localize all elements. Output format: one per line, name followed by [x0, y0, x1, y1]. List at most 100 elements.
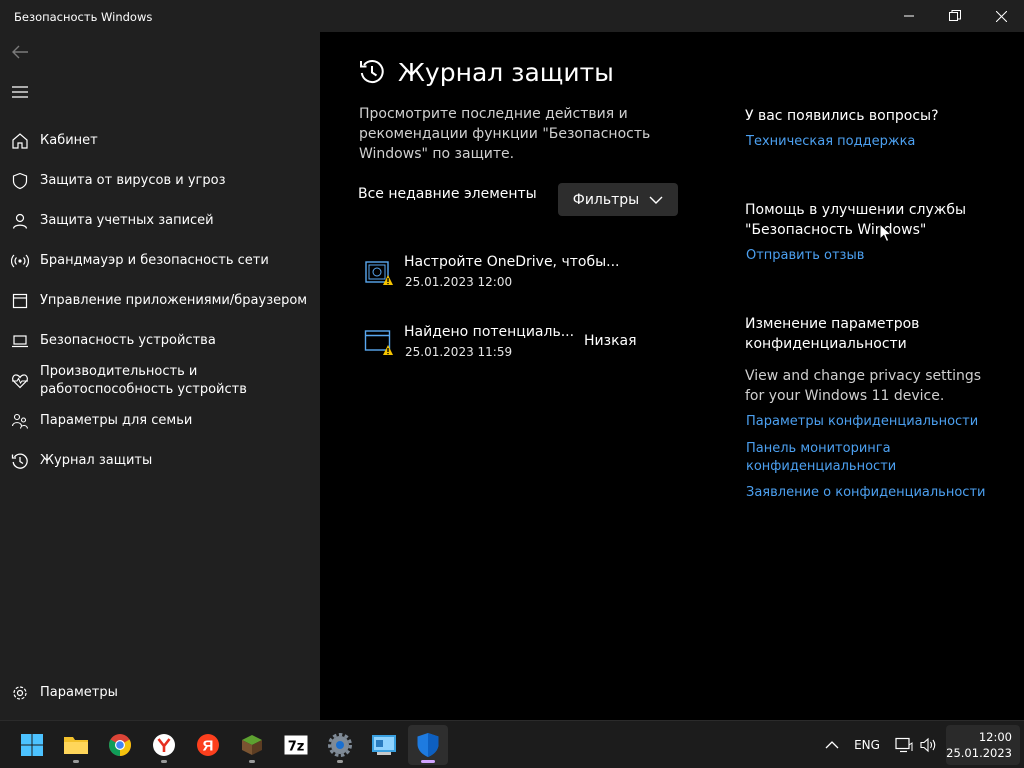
close-icon: [995, 10, 1007, 22]
clock-date: 25.01.2023: [946, 746, 1012, 760]
history-item-date: 25.01.2023 11:59: [405, 345, 513, 359]
sidebar-item-family-options[interactable]: Параметры для семьи: [0, 403, 320, 439]
history-item-onedrive[interactable]: Настройте OneDrive, чтобы... 25.01.2023 …: [364, 254, 684, 298]
privacy-statement-link[interactable]: Заявление о конфиденциальности: [746, 484, 1006, 502]
wifi-antenna-icon: [10, 251, 30, 271]
recent-items-label: Все недавние элементы: [358, 186, 537, 202]
sidebar-item-label: Защита учетных записей: [40, 213, 214, 228]
filters-label: Фильтры: [572, 191, 640, 208]
7zip-icon: 7z: [284, 735, 308, 755]
restore-button[interactable]: [932, 0, 978, 32]
back-button[interactable]: [10, 42, 30, 62]
sidebar-item-device-performance[interactable]: Производительность и работоспособность у…: [0, 363, 320, 399]
window-title: Безопасность Windows: [14, 10, 153, 24]
sidebar: Кабинет Защита от вирусов и угроз Защита…: [0, 32, 320, 720]
start-button[interactable]: [12, 725, 52, 765]
restore-icon: [949, 10, 961, 21]
chevron-down-icon: [649, 196, 663, 204]
network-monitor-icon: [895, 737, 913, 753]
hamburger-menu-button[interactable]: [10, 82, 30, 102]
onedrive-warning-icon: [365, 261, 393, 285]
sidebar-item-label: Производительность и работоспособность у…: [40, 364, 247, 397]
main-content: Журнал защиты Просмотрите последние дейс…: [320, 32, 1024, 720]
privacy-text: View and change privacy settings for you…: [745, 368, 982, 404]
svg-text:Я: Я: [203, 738, 214, 755]
network-button[interactable]: [894, 721, 914, 768]
taskbar: Я 7z ENG 12:00 25.01.2023: [0, 720, 1024, 768]
history-icon: [10, 451, 30, 471]
sidebar-item-device-security[interactable]: Безопасность устройства: [0, 323, 320, 359]
history-item-date: 25.01.2023 12:00: [405, 275, 513, 289]
improve-heading: Помощь в улучшении службы "Безопасность …: [745, 202, 967, 238]
sidebar-item-virus-protection[interactable]: Защита от вирусов и угроз: [0, 163, 320, 199]
close-button[interactable]: [978, 0, 1024, 32]
privacy-settings-link[interactable]: Параметры конфиденциальности: [746, 413, 1006, 431]
control-panel-icon: [372, 735, 396, 755]
person-icon: [10, 211, 30, 231]
speaker-icon: [920, 737, 936, 753]
minimize-button[interactable]: [886, 0, 932, 32]
hamburger-icon: [12, 86, 28, 98]
taskbar-file-explorer[interactable]: [56, 725, 96, 765]
privacy-heading: Изменение параметров конфиденциальности: [745, 316, 920, 352]
shield-icon: [10, 171, 30, 191]
taskbar-7zip[interactable]: 7z: [276, 725, 316, 765]
taskbar-yandex-browser[interactable]: [144, 725, 184, 765]
sidebar-item-label: Защита от вирусов и угроз: [40, 173, 226, 188]
taskbar-windows-security[interactable]: [408, 725, 448, 765]
clock-time: 12:00: [978, 730, 1012, 744]
sidebar-item-firewall[interactable]: Брандмауэр и безопасность сети: [0, 243, 320, 279]
sidebar-item-label: Журнал защиты: [40, 453, 153, 468]
feedback-link[interactable]: Отправить отзыв: [746, 247, 1006, 265]
sidebar-item-label: Кабинет: [40, 133, 98, 148]
taskbar-minecraft[interactable]: [232, 725, 272, 765]
tray-overflow-button[interactable]: [820, 721, 844, 768]
sidebar-item-settings[interactable]: Параметры: [0, 675, 320, 711]
clock-button[interactable]: 12:00 25.01.2023: [946, 725, 1020, 765]
volume-button[interactable]: [918, 721, 940, 768]
taskbar-settings[interactable]: [320, 725, 360, 765]
filters-button[interactable]: Фильтры: [558, 183, 678, 216]
minimize-icon: [904, 15, 914, 17]
laptop-icon: [10, 331, 30, 351]
language-indicator[interactable]: ENG: [850, 721, 884, 768]
home-icon: [10, 131, 30, 151]
yandex-icon: Я: [197, 734, 219, 756]
sidebar-item-account-protection[interactable]: Защита учетных записей: [0, 203, 320, 239]
history-item-title: Настройте OneDrive, чтобы...: [404, 254, 620, 270]
sidebar-item-label: Управление приложениями/браузером: [40, 293, 308, 308]
yandex-browser-icon: [153, 734, 175, 756]
history-icon: [360, 60, 384, 84]
history-item-title: Найдено потенциаль...: [404, 324, 575, 340]
sidebar-item-label: Безопасность устройства: [40, 333, 216, 348]
back-arrow-icon: [12, 45, 28, 59]
privacy-dashboard-link[interactable]: Панель мониторинга конфиденциальности: [746, 440, 916, 476]
taskbar-yandex[interactable]: Я: [188, 725, 228, 765]
chevron-up-icon: [825, 741, 839, 749]
windows-security-icon: [417, 733, 439, 757]
sidebar-item-label: Брандмауэр и безопасность сети: [40, 253, 269, 268]
minecraft-icon: [242, 735, 262, 755]
family-icon: [10, 411, 30, 431]
mouse-cursor-icon: [879, 223, 893, 243]
page-description: Просмотрите последние действия и рекомен…: [359, 106, 651, 162]
svg-text:7z: 7z: [288, 740, 305, 755]
start-icon: [21, 734, 43, 756]
sidebar-item-label: Параметры: [40, 685, 118, 700]
sidebar-item-home[interactable]: Кабинет: [0, 123, 320, 159]
severity-label: Низкая: [584, 333, 637, 349]
page-title: Журнал защиты: [398, 58, 614, 87]
support-link[interactable]: Техническая поддержка: [746, 133, 1006, 151]
sidebar-item-app-browser-control[interactable]: Управление приложениями/браузером: [0, 283, 320, 319]
sidebar-item-label: Параметры для семьи: [40, 413, 193, 428]
app-warning-icon: [364, 330, 393, 355]
title-bar: Безопасность Windows: [0, 0, 1024, 32]
gear-icon: [10, 683, 30, 703]
app-window-icon: [10, 291, 30, 311]
questions-heading: У вас появились вопросы?: [745, 108, 939, 124]
taskbar-control-panel[interactable]: [364, 725, 404, 765]
sidebar-item-protection-history[interactable]: Журнал защиты: [0, 443, 320, 479]
file-explorer-icon: [64, 737, 88, 754]
taskbar-chrome[interactable]: [100, 725, 140, 765]
chrome-icon: [109, 734, 131, 756]
